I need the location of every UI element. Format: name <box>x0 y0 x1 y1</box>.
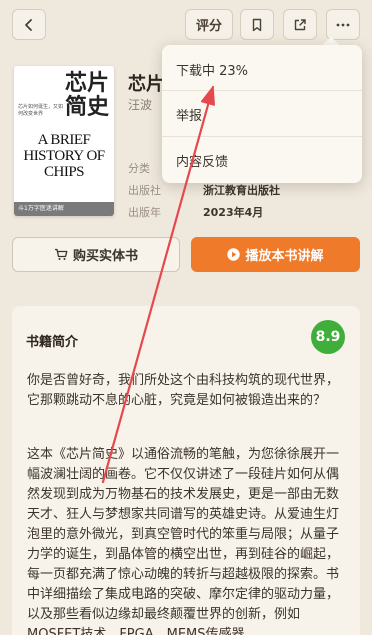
annotation-arrow <box>101 85 215 484</box>
